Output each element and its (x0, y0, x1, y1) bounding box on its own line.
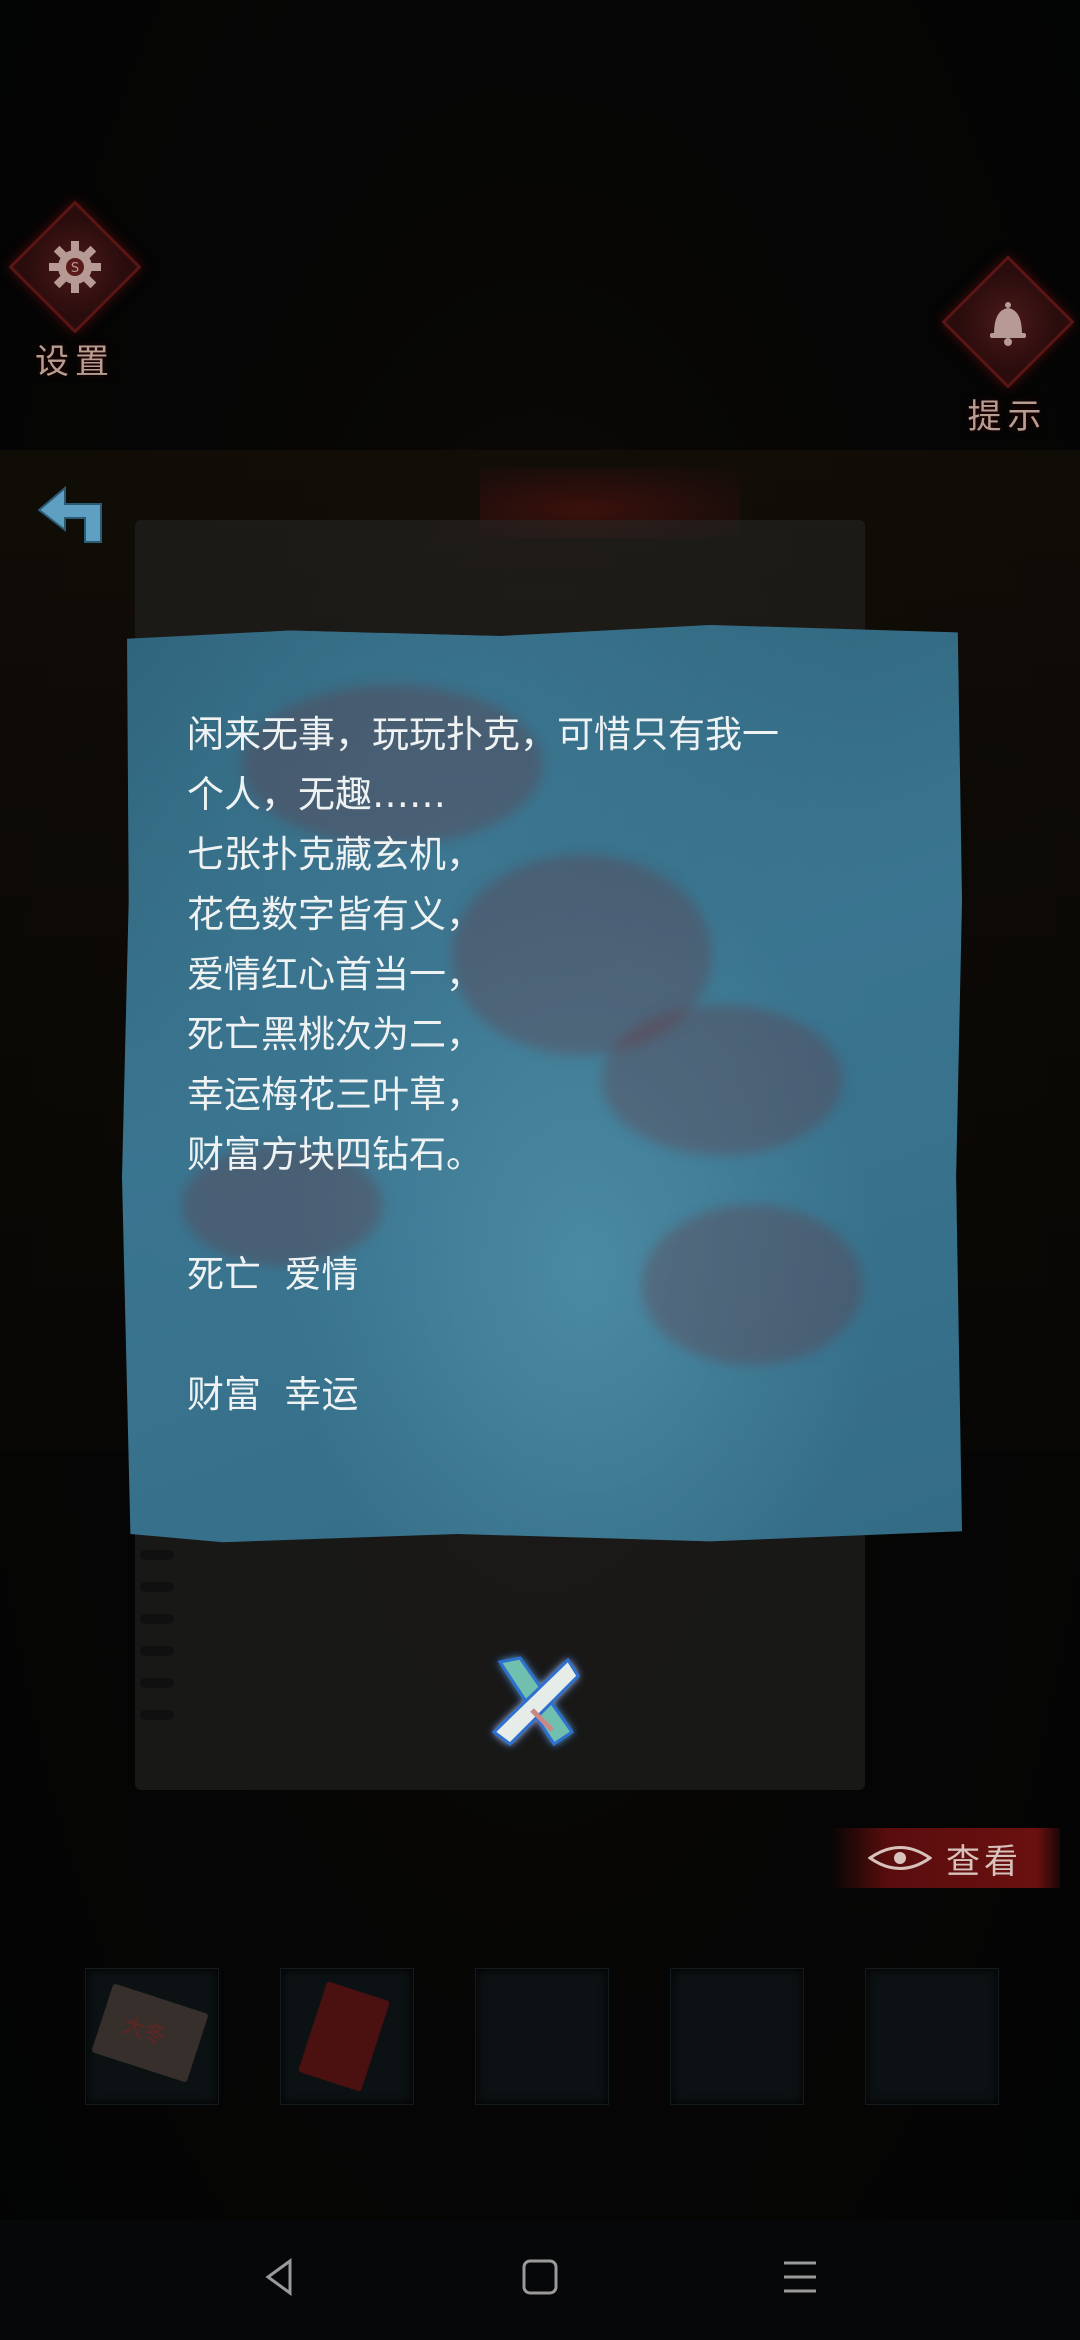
note-spacer (187, 1305, 927, 1365)
note-grid-row-1: 死亡 爱情 (187, 1253, 359, 1296)
menu-lines-icon (784, 2261, 816, 2293)
note-line: 死亡黑桃次为二， (187, 1013, 483, 1056)
note-text: 闲来无事，玩玩扑克，可惜只有我一 个人，无趣…… 七张扑克藏玄机， 花色数字皆有… (187, 705, 927, 1425)
hint-frame (941, 255, 1074, 389)
close-icon (491, 1656, 580, 1747)
nav-home-button[interactable] (505, 2242, 575, 2312)
settings-label: 设置 (35, 342, 115, 382)
inventory-slot[interactable] (670, 1968, 804, 2105)
svg-text:S: S (71, 261, 79, 276)
note-line: 花色数字皆有义， (187, 893, 483, 936)
paper-item-label: 大冬 (119, 2012, 169, 2051)
back-arrow-icon (37, 485, 102, 543)
settings-frame: S (8, 200, 142, 334)
system-navigation-bar (0, 2220, 1080, 2340)
game-screen: S 设置 提示 闲来无事，玩玩扑克，可惜只有我一 个人，无趣…… 七张扑克藏玄机… (0, 0, 1080, 2340)
clue-note-popup: 闲来无事，玩玩扑克，可惜只有我一 个人，无趣…… 七张扑克藏玄机， 花色数字皆有… (122, 625, 962, 1543)
red-envelope-item (297, 1981, 391, 2092)
nav-menu-button[interactable] (765, 2242, 835, 2312)
inventory-slot[interactable] (475, 1968, 609, 2105)
gear-icon: S (47, 239, 103, 295)
note-line: 闲来无事，玩玩扑克，可惜只有我一 (187, 713, 779, 756)
hint-label: 提示 (967, 397, 1048, 437)
eye-icon (868, 1846, 932, 1870)
view-label: 查看 (946, 1841, 1022, 1882)
note-line: 个人，无趣…… (187, 773, 446, 816)
note-line: 爱情红心首当一， (187, 953, 483, 996)
settings-button[interactable]: S 设置 (8, 200, 142, 383)
nav-back-button[interactable] (245, 2242, 315, 2312)
note-line: 幸运梅花三叶草， (187, 1073, 483, 1116)
note-grid-row-2: 财富 幸运 (187, 1373, 359, 1416)
inventory-bar: 大冬 (85, 1968, 1015, 2105)
paper-item: 大冬 (91, 1983, 209, 2083)
view-button[interactable]: 查看 (830, 1828, 1060, 1888)
close-button[interactable] (482, 1650, 586, 1754)
hint-button[interactable]: 提示 (940, 255, 1075, 438)
inventory-slot[interactable]: 大冬 (85, 1968, 219, 2105)
triangle-back-icon (265, 2258, 292, 2296)
note-spacer (187, 1185, 927, 1245)
note-line: 财富方块四钻石。 (187, 1133, 483, 1176)
square-home-icon (522, 2259, 558, 2295)
note-line: 七张扑克藏玄机， (187, 833, 483, 876)
back-button[interactable] (35, 480, 115, 550)
inventory-slot[interactable] (280, 1968, 414, 2105)
inventory-slot[interactable] (865, 1968, 999, 2105)
bell-icon (980, 294, 1036, 350)
